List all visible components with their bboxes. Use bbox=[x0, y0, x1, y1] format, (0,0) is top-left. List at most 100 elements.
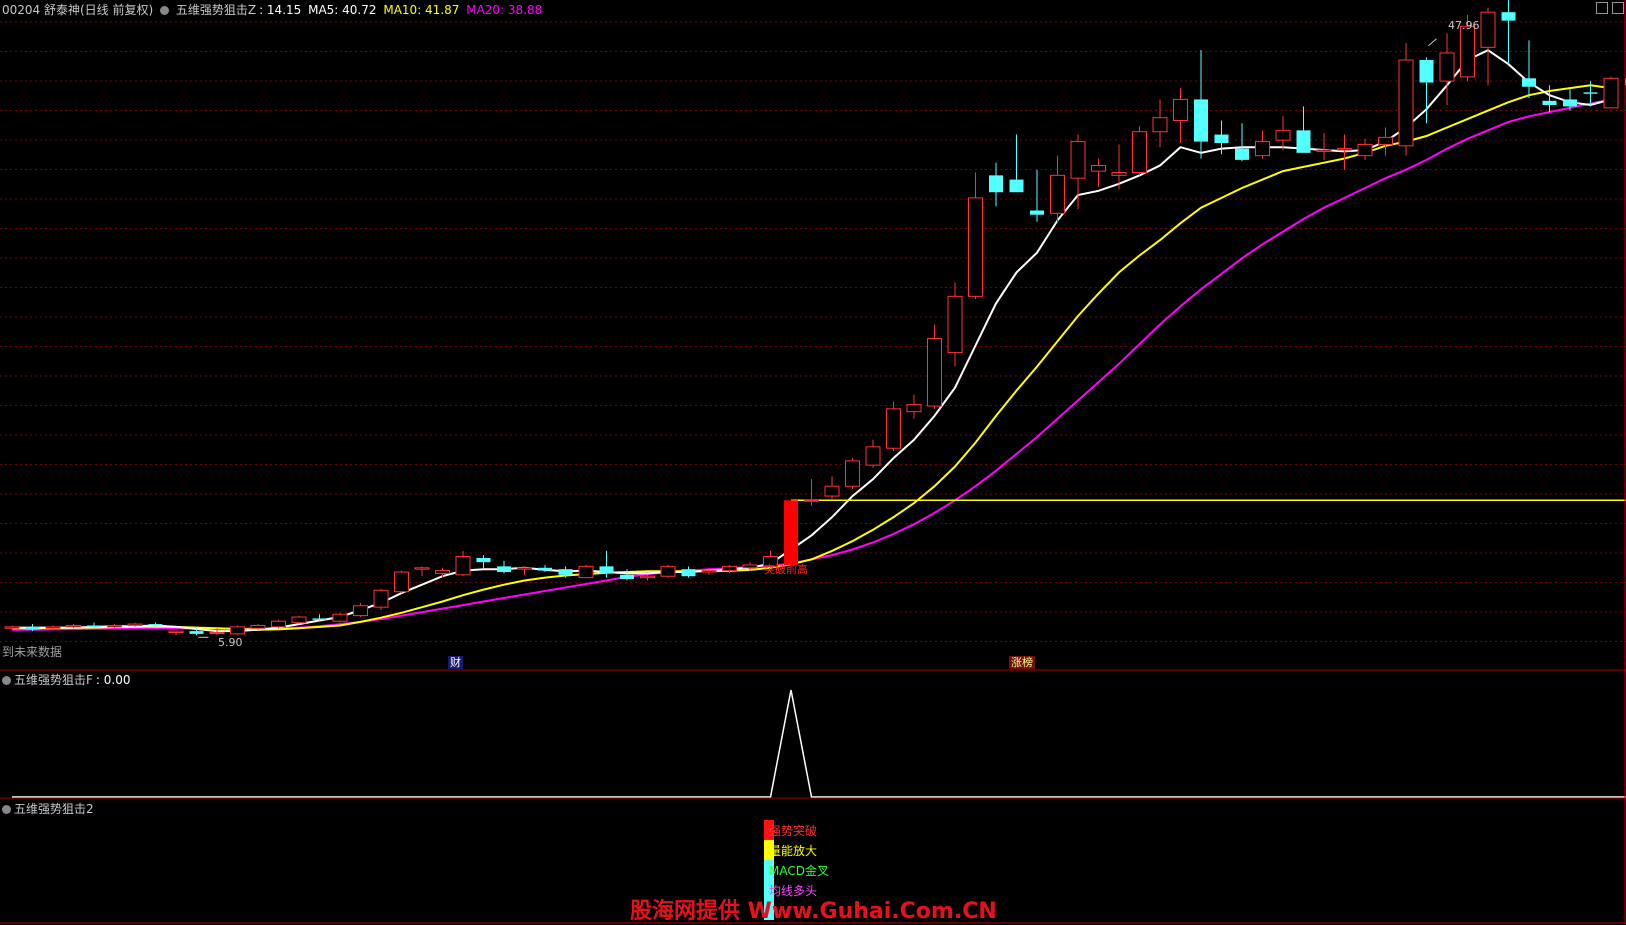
candle[interactable] bbox=[87, 623, 101, 627]
indicator1-value: : 0.00 bbox=[96, 673, 131, 687]
candle-body bbox=[620, 575, 634, 579]
candle[interactable] bbox=[579, 565, 593, 578]
settings-circle-icon[interactable] bbox=[160, 6, 169, 15]
candle-body bbox=[1420, 60, 1434, 83]
candle[interactable] bbox=[395, 571, 409, 594]
candle-body bbox=[805, 500, 819, 501]
candle-body bbox=[313, 618, 327, 619]
candle[interactable] bbox=[907, 395, 921, 419]
candle[interactable] bbox=[846, 458, 860, 489]
candle[interactable] bbox=[1092, 158, 1106, 186]
candle[interactable] bbox=[1174, 88, 1188, 143]
candle-body bbox=[210, 632, 224, 633]
candle[interactable] bbox=[477, 555, 491, 569]
candle[interactable] bbox=[169, 631, 183, 635]
indicator1-circle-icon[interactable] bbox=[2, 676, 11, 685]
candle[interactable] bbox=[1297, 106, 1311, 152]
candle[interactable] bbox=[969, 173, 983, 300]
candle-body bbox=[497, 566, 511, 572]
signal-strong-breakout: 强势突破 bbox=[769, 822, 817, 839]
limit-up-tag[interactable]: 涨榜 bbox=[1009, 656, 1035, 669]
candle-body bbox=[456, 557, 470, 575]
indicator2-circle-icon[interactable] bbox=[2, 805, 11, 814]
candle-body bbox=[1194, 99, 1208, 141]
candle[interactable] bbox=[497, 561, 511, 574]
candle-body bbox=[1358, 144, 1372, 155]
candle-body bbox=[1153, 118, 1167, 132]
window-restore-icon[interactable] bbox=[1612, 2, 1624, 14]
future-data-text: 到未来数据 bbox=[2, 643, 62, 660]
candle-body bbox=[87, 625, 101, 626]
candle-body bbox=[1256, 142, 1270, 156]
candle[interactable] bbox=[415, 566, 429, 576]
candle[interactable] bbox=[374, 589, 388, 610]
candle[interactable] bbox=[825, 476, 839, 499]
candle[interactable] bbox=[1276, 116, 1290, 150]
candle[interactable] bbox=[661, 565, 675, 578]
candle-body bbox=[682, 569, 696, 576]
finance-tag[interactable]: 财 bbox=[448, 656, 463, 669]
indicator1-header: 五维强势狙击F: 0.00 bbox=[2, 671, 133, 688]
candle-body bbox=[1563, 99, 1577, 106]
candle[interactable] bbox=[1399, 43, 1413, 156]
candle-body bbox=[1297, 130, 1311, 153]
candle-body bbox=[190, 631, 204, 634]
candle[interactable] bbox=[723, 565, 737, 573]
candle[interactable] bbox=[518, 566, 532, 574]
stock-code-title[interactable]: 00204 舒泰神(日线 前复权) bbox=[2, 3, 153, 17]
candle-body bbox=[559, 569, 573, 575]
window-maximize-icon[interactable] bbox=[1596, 2, 1608, 14]
candle[interactable] bbox=[1133, 126, 1147, 175]
candle-body bbox=[1379, 137, 1393, 144]
indicator-name[interactable]: 五维强势狙击Z bbox=[176, 3, 256, 17]
indicator2-title[interactable]: 五维强势狙击2 bbox=[14, 802, 94, 816]
candle[interactable] bbox=[292, 616, 306, 624]
ma20-label: MA20: 38.88 bbox=[466, 3, 542, 17]
candle-body bbox=[46, 627, 60, 628]
candle[interactable] bbox=[1071, 135, 1085, 210]
candle[interactable] bbox=[1194, 50, 1208, 158]
candle[interactable] bbox=[1522, 40, 1536, 98]
candle-body bbox=[641, 576, 655, 577]
candle-body bbox=[415, 568, 429, 569]
candle[interactable] bbox=[231, 625, 245, 635]
candle[interactable] bbox=[1338, 135, 1352, 170]
candle[interactable] bbox=[805, 479, 819, 506]
candle[interactable] bbox=[436, 568, 450, 578]
candle[interactable] bbox=[1481, 8, 1495, 85]
candle[interactable] bbox=[1235, 123, 1249, 161]
candle[interactable] bbox=[1051, 156, 1065, 224]
candle[interactable] bbox=[1502, 0, 1516, 64]
candle[interactable] bbox=[1030, 170, 1044, 222]
candle-body bbox=[1235, 149, 1249, 160]
candle[interactable] bbox=[928, 324, 942, 408]
candle[interactable] bbox=[272, 620, 286, 628]
candle-body bbox=[846, 461, 860, 486]
candle[interactable] bbox=[1379, 128, 1393, 156]
candle[interactable] bbox=[682, 566, 696, 577]
candle-body bbox=[1481, 12, 1495, 47]
candle[interactable] bbox=[784, 500, 798, 568]
candle-body bbox=[784, 500, 798, 565]
indicator1-title[interactable]: 五维强势狙击F bbox=[14, 673, 93, 687]
candle[interactable] bbox=[866, 440, 880, 468]
candle[interactable] bbox=[1604, 77, 1618, 108]
candle[interactable] bbox=[354, 603, 368, 617]
candle[interactable] bbox=[1010, 135, 1024, 193]
signal-volume-surge: 量能放大 bbox=[769, 842, 817, 859]
candle[interactable] bbox=[948, 282, 962, 366]
candle[interactable] bbox=[333, 613, 347, 623]
candle[interactable] bbox=[1358, 139, 1372, 160]
ma10-line bbox=[12, 85, 1611, 629]
candle[interactable] bbox=[887, 402, 901, 451]
candle[interactable] bbox=[1440, 33, 1454, 105]
candle-body bbox=[743, 565, 757, 568]
candle[interactable] bbox=[456, 551, 470, 576]
candle-body bbox=[436, 571, 450, 574]
candle-body bbox=[292, 617, 306, 623]
candle-body bbox=[1030, 211, 1044, 215]
candle[interactable] bbox=[1317, 133, 1331, 160]
candle-body bbox=[1543, 101, 1557, 105]
candle[interactable] bbox=[1256, 130, 1270, 158]
breakout-label: 突破前高 bbox=[764, 561, 808, 577]
